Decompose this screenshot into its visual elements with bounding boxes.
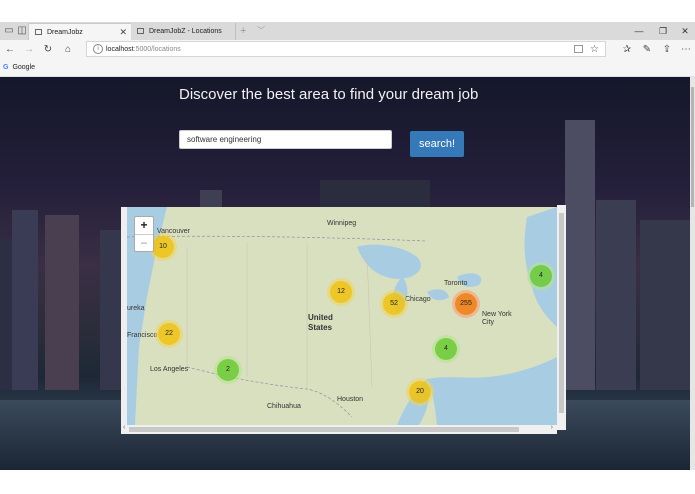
skyline-building xyxy=(640,220,690,390)
favorite-google[interactable]: G Google xyxy=(3,59,35,76)
skyline-tower xyxy=(565,120,595,390)
address-bar[interactable]: i localhost:5000/locations ☆ xyxy=(86,41,606,57)
forward-icon[interactable]: → xyxy=(20,40,38,59)
map-horizontal-scrollbar[interactable]: ‹ › xyxy=(121,424,557,434)
chevron-down-icon[interactable]: ﹀ xyxy=(257,22,265,40)
cluster-marker[interactable]: 22 xyxy=(158,323,180,345)
cluster-marker[interactable]: 12 xyxy=(330,281,352,303)
cluster-marker[interactable]: 4 xyxy=(530,265,552,287)
search-button[interactable]: search! xyxy=(410,131,464,157)
restore-icon[interactable]: ❐ xyxy=(651,22,675,40)
close-window-icon[interactable]: ✕ xyxy=(673,22,695,40)
favorites-hub-icon[interactable]: ✰ xyxy=(618,40,636,59)
url-host: localhost xyxy=(106,46,134,53)
tab-label: DreamJobZ - Locations xyxy=(149,28,222,35)
place-label: Chicago xyxy=(405,296,431,303)
skyline-building xyxy=(596,200,636,390)
window-bottom-strip xyxy=(0,470,695,494)
zoom-in-button[interactable]: + xyxy=(135,217,153,235)
new-tab-icon[interactable]: + xyxy=(240,22,246,40)
favorites-bar: G Google xyxy=(0,59,695,77)
tab-bar: ▭ ◫ DreamJobz ✕ DreamJobZ - Locations + … xyxy=(0,22,695,41)
place-label: ureka xyxy=(127,305,145,312)
skyline-building xyxy=(12,210,38,390)
refresh-icon[interactable]: ↻ xyxy=(39,40,57,59)
place-label: Vancouver xyxy=(157,228,190,235)
map-zoom-control: + − xyxy=(134,216,154,252)
back-tabs-icon[interactable]: ◫ xyxy=(15,22,29,40)
scroll-left-arrow-icon[interactable]: ‹ xyxy=(123,424,125,431)
place-label: Houston xyxy=(337,396,364,403)
search-input[interactable] xyxy=(179,130,392,149)
country-label: States xyxy=(308,323,333,332)
page-heading: Discover the best area to find your drea… xyxy=(179,86,479,103)
skyline-building xyxy=(45,215,79,390)
cluster-marker[interactable]: 10 xyxy=(152,236,174,258)
scroll-right-arrow-icon[interactable]: › xyxy=(551,424,553,431)
cluster-marker[interactable]: 255 xyxy=(455,293,477,315)
place-label: Francisco xyxy=(127,332,158,339)
url-path: :5000/locations xyxy=(133,46,181,53)
map-vertical-scrollbar[interactable] xyxy=(557,205,566,430)
info-icon[interactable]: i xyxy=(93,44,103,54)
cluster-marker[interactable]: 52 xyxy=(383,293,405,315)
tab-locations[interactable]: DreamJobZ - Locations xyxy=(131,23,236,40)
close-tab-icon[interactable]: ✕ xyxy=(119,24,127,41)
scrollbar-thumb[interactable] xyxy=(559,213,564,413)
place-label: Los Angeles xyxy=(150,366,189,373)
place-label: City xyxy=(482,319,495,326)
home-icon[interactable]: ⌂ xyxy=(59,40,77,59)
country-label: United xyxy=(308,313,333,322)
place-label: Chihuahua xyxy=(267,403,301,410)
zoom-out-button[interactable]: − xyxy=(135,235,153,252)
page-vertical-scrollbar[interactable] xyxy=(690,77,695,470)
scrollbar-thumb[interactable] xyxy=(129,427,519,432)
cluster-marker[interactable]: 4 xyxy=(435,338,457,360)
back-icon[interactable]: ← xyxy=(1,40,19,59)
place-label: Winnipeg xyxy=(327,220,357,227)
window-top-strip xyxy=(0,0,695,22)
minimize-icon[interactable]: — xyxy=(627,22,651,40)
tab-preview-icon[interactable]: ▭ xyxy=(2,22,16,40)
job-map[interactable]: Vancouver Winnipeg Toronto New York City… xyxy=(127,207,557,425)
cluster-marker[interactable]: 2 xyxy=(217,359,239,381)
reading-view-icon[interactable] xyxy=(574,45,583,53)
place-label: New York xyxy=(482,311,512,318)
url-text: localhost:5000/locations xyxy=(106,42,181,57)
tab-label: DreamJobz xyxy=(47,29,83,36)
cluster-marker[interactable]: 20 xyxy=(409,381,431,403)
favorite-label: Google xyxy=(12,64,36,71)
page-icon xyxy=(35,29,42,35)
favorite-star-icon[interactable]: ☆ xyxy=(590,42,599,57)
more-icon[interactable]: ⋯ xyxy=(677,40,695,59)
page-icon xyxy=(137,28,144,34)
share-icon[interactable]: ⇪ xyxy=(658,40,676,59)
place-label: Toronto xyxy=(444,280,468,287)
navigation-bar: ← → ↻ ⌂ i localhost:5000/locations ☆ ✰ ✎… xyxy=(0,40,695,59)
google-icon: G xyxy=(3,64,9,71)
page-content: Discover the best area to find your drea… xyxy=(0,77,690,470)
tab-dreamjobz[interactable]: DreamJobz ✕ xyxy=(28,23,132,41)
pen-icon[interactable]: ✎ xyxy=(638,40,656,59)
scrollbar-thumb[interactable] xyxy=(691,87,694,207)
